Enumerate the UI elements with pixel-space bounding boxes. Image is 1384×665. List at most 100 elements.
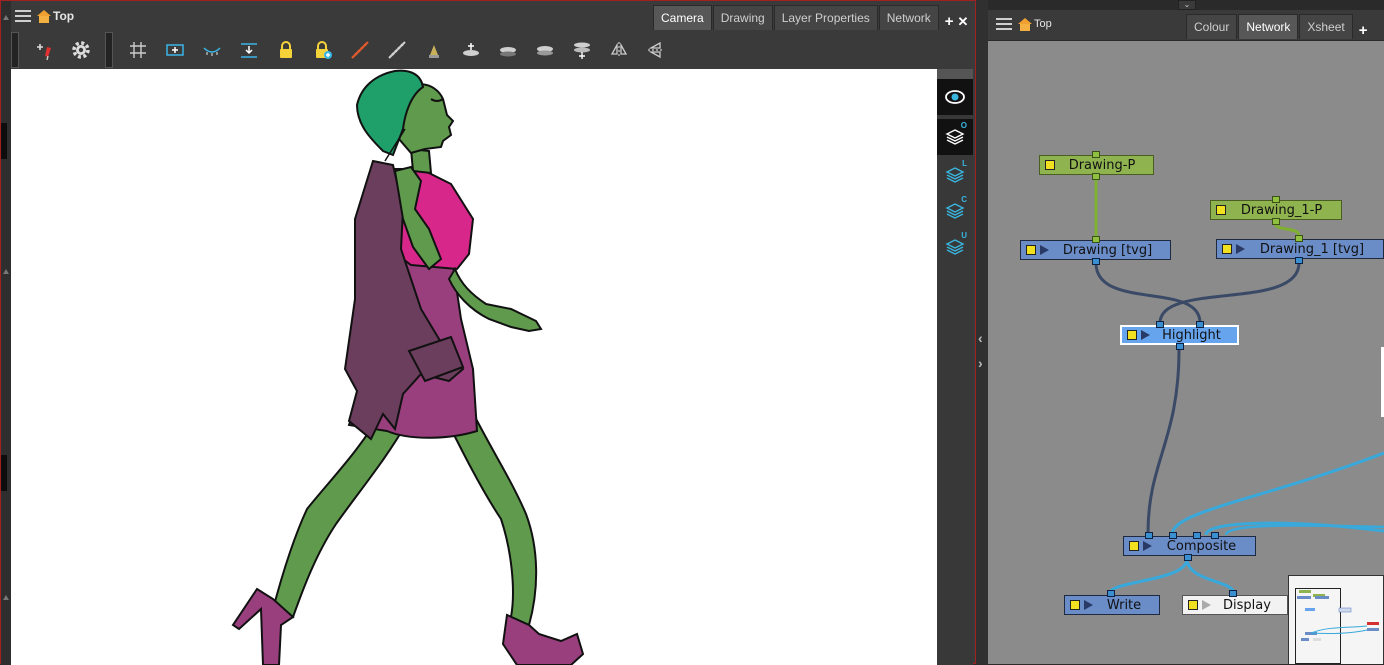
input-port[interactable] [1145,532,1153,539]
input-port[interactable] [1156,321,1164,328]
network-tab-bar: Colour Network Xsheet + [1185,14,1370,39]
edge-marker [1,123,7,159]
grid-icon[interactable] [119,34,156,66]
character-drawing [231,69,585,665]
tab-network[interactable]: Network [1238,14,1299,39]
tab-camera[interactable]: Camera [653,5,712,30]
toolbar-grip[interactable] [105,32,113,68]
play-icon[interactable] [1141,330,1150,340]
node-enable-icon[interactable] [1222,244,1232,254]
network-navigator[interactable] [1288,575,1384,664]
tab-network[interactable]: Network [878,5,939,30]
play-icon[interactable] [1202,600,1211,610]
node-label: Drawing_1-P [1240,202,1323,218]
node-network-canvas[interactable]: Drawing-P Drawing_1-P Drawing [tvg] Draw… [988,40,1384,664]
node-enable-icon[interactable] [1070,600,1080,610]
input-port[interactable] [1229,590,1237,597]
ruler-icon[interactable] [341,34,378,66]
output-port[interactable] [1272,218,1280,225]
node-enable-icon[interactable] [1188,600,1198,610]
node-write[interactable]: Write [1064,590,1160,615]
output-port[interactable] [1184,554,1192,561]
side-toolbar-grip[interactable] [937,69,973,79]
layer-flat-icon[interactable] [489,34,526,66]
input-port[interactable] [1272,196,1280,203]
node-label: Display [1223,597,1271,613]
tab-colour[interactable]: Colour [1186,14,1238,39]
layers-colour-art-icon[interactable]: C [937,193,973,229]
menu-icon[interactable] [996,18,1012,30]
view-side-toolbar: O L C U [937,69,973,665]
home-icon[interactable] [1018,17,1032,31]
layers-underlay-icon[interactable]: U [937,229,973,265]
light-table-icon[interactable] [193,34,230,66]
tab-xsheet[interactable]: Xsheet [1299,14,1353,39]
node-drawing-p[interactable]: Drawing-P [1039,151,1154,180]
output-port[interactable] [1295,257,1303,264]
play-icon[interactable] [1040,245,1049,255]
chevron-down-icon[interactable]: ⌄ [1178,0,1196,10]
onion-skin-icon[interactable] [156,34,193,66]
output-port[interactable] [1176,343,1184,350]
camera-viewport[interactable] [11,69,937,665]
edge-arrow-icon[interactable] [3,595,9,600]
menu-icon[interactable] [15,10,31,22]
gear-icon[interactable] [62,34,99,66]
input-port[interactable] [1193,532,1201,539]
layer-flat2-icon[interactable] [526,34,563,66]
output-port[interactable] [1092,258,1100,265]
node-drawing-1-tvg[interactable]: Drawing_1 [tvg] [1216,235,1384,264]
panel-title: Top [53,9,75,23]
node-drawing-1-p[interactable]: Drawing_1-P [1210,196,1342,225]
node-drawing-tvg[interactable]: Drawing [tvg] [1020,236,1171,265]
layers-line-art-icon[interactable]: L [937,157,973,193]
network-view-panel: ⌄ Top Colour Network Xsheet + Drawing-P … [988,0,1384,664]
import-icon[interactable] [230,34,267,66]
flip-horizontal-icon[interactable] [600,34,637,66]
layer-stack-icon[interactable] [563,34,600,66]
stamp-icon[interactable] [415,34,452,66]
node-composite[interactable]: Composite [1123,532,1256,561]
add-tab-icon[interactable]: + [1359,22,1368,39]
input-port[interactable] [1092,151,1100,158]
input-port[interactable] [1211,532,1219,539]
node-enable-icon[interactable] [1129,541,1139,551]
collapse-right-icon[interactable]: › [978,355,983,371]
toolbar-grip[interactable] [11,32,19,68]
camera-view-panel: Top Camera Drawing Layer Properties Netw… [0,0,976,665]
layers-overlay-icon[interactable]: O [937,119,973,155]
add-tab-icon[interactable]: + [945,13,954,30]
close-panel-icon[interactable]: ✕ [958,14,969,30]
panel-splitter[interactable]: ‹ › [976,0,988,664]
eye-icon[interactable] [937,79,973,115]
home-icon[interactable] [37,9,51,23]
node-enable-icon[interactable] [1216,205,1226,215]
node-display[interactable]: Display [1182,590,1288,615]
node-label: Drawing_1 [tvg] [1259,241,1365,257]
node-enable-icon[interactable] [1045,160,1055,170]
input-port[interactable] [1169,532,1177,539]
pen-tool-icon[interactable] [25,34,62,66]
play-icon[interactable] [1236,244,1245,254]
camera-toolbar [11,31,973,69]
layer-add-icon[interactable] [452,34,489,66]
tab-layer-properties[interactable]: Layer Properties [773,5,878,30]
edge-arrow-icon[interactable] [3,269,9,274]
input-port[interactable] [1092,236,1100,243]
input-port[interactable] [1107,590,1115,597]
output-port[interactable] [1092,173,1100,180]
tab-drawing[interactable]: Drawing [712,5,773,30]
left-edge-strip [1,1,11,665]
node-highlight[interactable]: Highlight [1120,321,1239,350]
flip-vertical-icon[interactable] [637,34,674,66]
play-icon[interactable] [1143,541,1152,551]
input-port[interactable] [1196,321,1204,328]
perspective-ruler-icon[interactable] [378,34,415,66]
node-enable-icon[interactable] [1026,245,1036,255]
collapse-left-icon[interactable]: ‹ [978,330,983,346]
lock-add-icon[interactable] [304,34,341,66]
lock-icon[interactable] [267,34,304,66]
input-port[interactable] [1295,235,1303,242]
play-icon[interactable] [1084,600,1093,610]
node-enable-icon[interactable] [1127,330,1137,340]
